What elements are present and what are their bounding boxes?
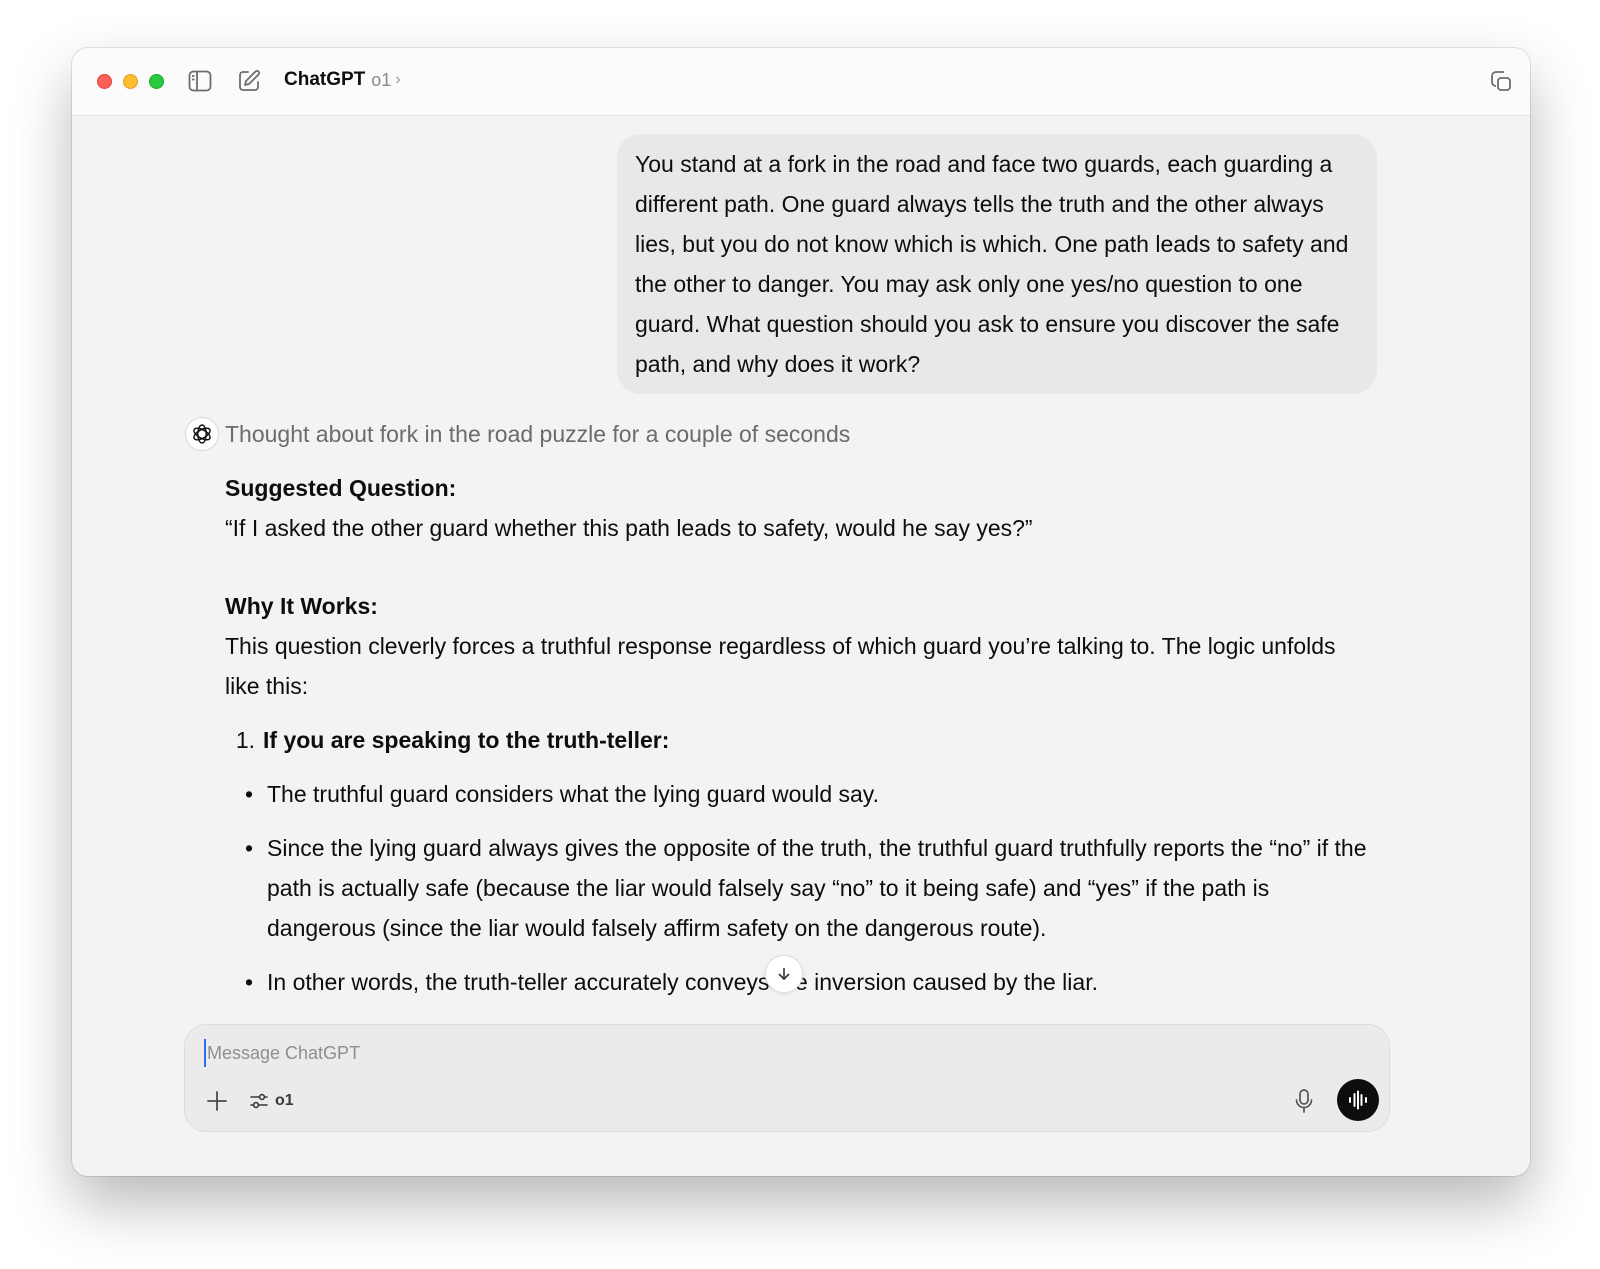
tools-model-label: o1	[275, 1092, 294, 1109]
app-name: ChatGPT	[284, 69, 366, 90]
chevron-right-icon: ›	[395, 71, 401, 88]
assistant-answer: Suggested Question: “If I asked the othe…	[225, 468, 1375, 1002]
window-copy-icon[interactable]	[1488, 68, 1514, 94]
message-input[interactable]	[204, 1039, 1207, 1067]
message-composer: o1	[184, 1024, 1390, 1132]
new-chat-icon[interactable]	[236, 68, 262, 94]
scroll-to-bottom-button[interactable]	[765, 955, 803, 993]
tools-button[interactable]: o1	[249, 1088, 294, 1114]
microphone-icon[interactable]	[1291, 1087, 1317, 1115]
chatgpt-window: ChatGPT o1 › You stand at a fork in the …	[72, 48, 1530, 1176]
model-selector[interactable]: o1	[371, 70, 391, 91]
openai-logo-icon	[185, 417, 219, 451]
voice-waveform-icon	[1349, 1090, 1367, 1110]
step-number: 1.	[235, 727, 255, 753]
answer-intro: This question cleverly forces a truthful…	[225, 633, 1336, 699]
zoom-button[interactable]	[149, 74, 164, 89]
title-bar: ChatGPT o1 ›	[72, 48, 1530, 116]
step-title: If you are speaking to the truth-teller:	[263, 727, 670, 753]
sidebar-toggle-icon[interactable]	[187, 68, 213, 94]
arrow-down-icon	[778, 967, 790, 980]
thought-status[interactable]: Thought about fork in the road puzzle fo…	[225, 418, 850, 450]
app-title[interactable]: ChatGPT o1 ›	[284, 69, 401, 91]
answer-heading-why: Why It Works:	[225, 593, 378, 619]
list-item: • The truthful guard considers what the l…	[245, 781, 879, 807]
close-button[interactable]	[97, 74, 112, 89]
answer-heading-question: Suggested Question:	[225, 475, 457, 501]
user-message-bubble: You stand at a fork in the road and face…	[617, 134, 1377, 394]
minimize-button[interactable]	[123, 74, 138, 89]
suggested-question: “If I asked the other guard whether this…	[225, 515, 1033, 541]
numbered-step: 1. If you are speaking to the truth-tell…	[225, 720, 1375, 760]
list-item: • Since the lying guard always gives the …	[245, 835, 1367, 941]
voice-mode-button[interactable]	[1337, 1079, 1379, 1121]
plus-icon[interactable]	[204, 1088, 230, 1114]
sliders-icon	[250, 1093, 268, 1109]
